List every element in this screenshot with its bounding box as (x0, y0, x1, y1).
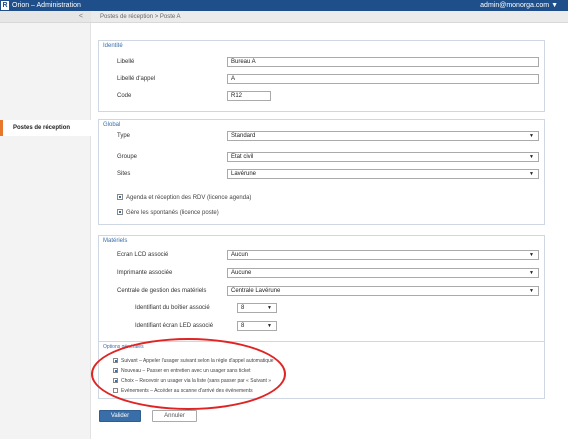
annuler-button[interactable]: Annuler (152, 410, 197, 422)
panel-global-title: Global (103, 122, 121, 128)
top-bar: R Orion – Administration admin@monorga.c… (0, 0, 568, 11)
panel-materiels-title: Matériels (103, 238, 128, 244)
centrale-value: Centrale Lavérune (231, 288, 281, 294)
chevron-down-icon: ▼ (529, 154, 534, 160)
agenda-checkbox[interactable] (117, 194, 123, 200)
sidebar (0, 11, 91, 439)
chevron-down-icon: ▼ (267, 305, 272, 311)
sites-value: Lavérune (231, 171, 257, 177)
boitier-select[interactable]: 8 ▼ (237, 303, 277, 313)
libelle-appel-label: Libellé d'appel (117, 76, 156, 82)
spontanes-checkbox-label: Gère les spontanés (licence poste) (126, 210, 219, 216)
boitier-label: Identifiant du boîtier associé (135, 305, 210, 311)
chevron-down-icon: ▼ (529, 133, 534, 139)
sidebar-item-postes-reception[interactable]: Postes de réception (0, 120, 91, 136)
groupe-label: Groupe (117, 154, 138, 160)
imprimante-value: Aucune (231, 270, 252, 276)
centrale-select[interactable]: Centrale Lavérune ▼ (227, 286, 539, 296)
annotation-ellipse (91, 338, 286, 410)
ecran-led-value: 8 (241, 323, 245, 329)
groupe-value: Etat civil (231, 154, 254, 160)
ecran-lcd-select[interactable]: Aucun ▼ (227, 250, 539, 260)
agenda-checkbox-row[interactable]: Agenda et réception des RDV (licence age… (117, 194, 251, 201)
code-input[interactable]: R12 (227, 91, 271, 101)
chevron-down-icon: ▼ (267, 323, 272, 329)
sites-select[interactable]: Lavérune ▼ (227, 169, 539, 179)
spontanes-checkbox-row[interactable]: Gère les spontanés (licence poste) (117, 209, 219, 216)
spontanes-checkbox[interactable] (117, 209, 123, 215)
panel-identite: Identité Libellé Bureau A Libellé d'appe… (98, 40, 545, 112)
groupe-select[interactable]: Etat civil ▼ (227, 152, 539, 162)
chevron-down-icon: ▼ (529, 270, 534, 276)
agenda-checkbox-label: Agenda et réception des RDV (licence age… (126, 195, 252, 201)
type-value: Standard (231, 133, 256, 139)
ecran-lcd-value: Aucun (231, 252, 249, 258)
ecran-led-select[interactable]: 8 ▼ (237, 321, 277, 331)
chevron-down-icon: ▼ (529, 252, 534, 258)
libelle-appel-input[interactable]: A (227, 74, 539, 84)
breadcrumb: Postes de réception > Poste A (91, 11, 568, 23)
main-content: Identité Libellé Bureau A Libellé d'appe… (91, 23, 568, 439)
code-label: Code (117, 93, 132, 99)
app-logo: R (1, 1, 9, 10)
ecran-led-label: Identifiant écran LED associé (135, 323, 214, 329)
imprimante-label: Imprimante associée (117, 270, 173, 276)
libelle-label: Libellé (117, 59, 135, 65)
valider-button[interactable]: Valider (99, 410, 141, 422)
type-select[interactable]: Standard ▼ (227, 131, 539, 141)
sidebar-collapse-button[interactable]: < (0, 11, 91, 23)
centrale-label: Centrale de gestion des matériels (117, 288, 207, 294)
boitier-value: 8 (241, 305, 245, 311)
user-menu[interactable]: admin@monorga.com ▼ (480, 1, 558, 10)
sites-label: Sites (117, 171, 131, 177)
imprimante-select[interactable]: Aucune ▼ (227, 268, 539, 278)
panel-global: Global Type Standard ▼ Groupe Etat civil… (98, 119, 545, 225)
chevron-down-icon: ▼ (529, 171, 534, 177)
panel-identite-title: Identité (103, 43, 123, 49)
libelle-input[interactable]: Bureau A (227, 57, 539, 67)
ecran-lcd-label: Ecran LCD associé (117, 252, 169, 258)
chevron-down-icon: ▼ (529, 288, 534, 294)
panel-materiels: Matériels Ecran LCD associé Aucun ▼ Impr… (98, 235, 545, 351)
app-title: Orion – Administration (12, 2, 81, 9)
type-label: Type (117, 133, 131, 139)
